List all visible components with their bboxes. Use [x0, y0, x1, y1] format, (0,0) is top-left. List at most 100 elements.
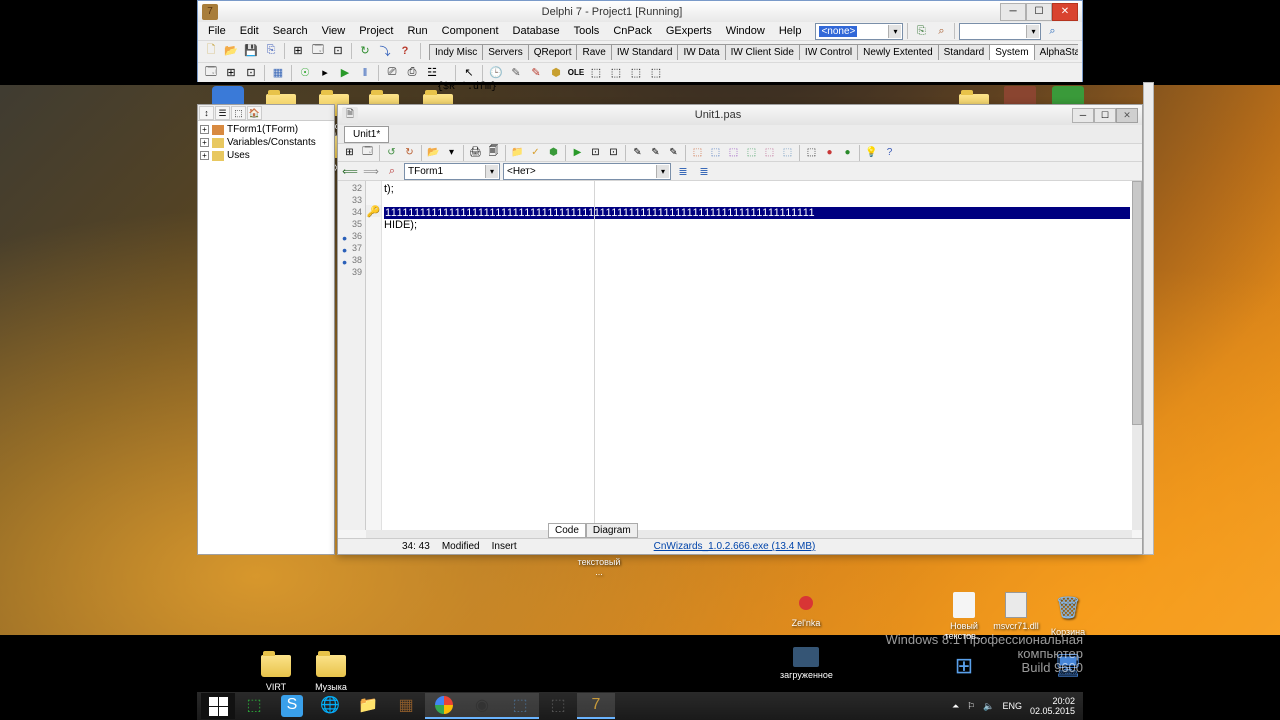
menu-file[interactable]: File [202, 24, 232, 38]
toolbar-icon[interactable]: ⊡ [605, 145, 622, 161]
search-combo[interactable] [959, 23, 1041, 40]
palette-tab[interactable]: QReport [528, 44, 578, 60]
code-editor[interactable]: 3233343536373839 🔑 t); 11111111111111111… [338, 181, 1132, 530]
toolbar-icon[interactable]: ↺ [383, 145, 400, 161]
toolbar-icon[interactable]: ✎ [647, 145, 664, 161]
toolbar-icon[interactable]: ✓ [527, 145, 544, 161]
palette-tab[interactable]: Rave [576, 44, 611, 60]
taskbar-app[interactable]: ⬚ [501, 693, 539, 719]
minimize-button[interactable]: ─ [1072, 108, 1094, 123]
toolbar-icon[interactable]: ● [839, 145, 856, 161]
component-icon[interactable]: 🕒 [487, 64, 505, 82]
menu-search[interactable]: Search [267, 24, 314, 38]
component-icon[interactable]: ⬢ [547, 64, 565, 82]
desktop-icon[interactable]: 🗑Корзина [1042, 592, 1094, 637]
toolbar-icon[interactable]: 🗐 [485, 145, 502, 161]
menu-run[interactable]: Run [401, 24, 433, 38]
taskbar-app[interactable]: S [281, 695, 303, 717]
tray-language[interactable]: ENG [1002, 701, 1022, 711]
toolbar-icon[interactable]: 💡 [863, 145, 880, 161]
toolbar-icon[interactable]: ⌕ [932, 22, 950, 40]
tree-btn[interactable]: ⬚ [231, 106, 246, 120]
desktop-icon[interactable]: Музыка [305, 647, 357, 692]
component-icon[interactable]: ⬚ [587, 64, 605, 82]
palette-tab[interactable]: Servers [482, 44, 528, 60]
desktop-icon[interactable]: VIRT [250, 647, 302, 692]
component-icon[interactable]: ✎ [527, 64, 545, 82]
menu-view[interactable]: View [316, 24, 352, 38]
nav-back-icon[interactable]: ⟸ [341, 162, 359, 180]
tree-node[interactable]: +Variables/Constants [200, 136, 332, 149]
toolbar-icon[interactable]: ☉ [296, 64, 314, 82]
file-tab[interactable]: Unit1* [344, 126, 389, 143]
component-icon[interactable]: ⬚ [647, 64, 665, 82]
toolbar-icon[interactable]: ⬚ [761, 145, 778, 161]
toolbar-icon[interactable]: ⬚ [803, 145, 820, 161]
taskbar-app[interactable]: ◉ [463, 693, 501, 719]
toolbar-icon[interactable]: ⌕ [1043, 22, 1061, 40]
toolbar-icon[interactable]: ⎚ [383, 64, 401, 82]
system-tray[interactable]: ⏶ ⚐ 🔈 ENG 20:02 02.05.2015 [952, 696, 1079, 716]
desktop-icon[interactable]: текстовый ... [573, 557, 625, 577]
structure-tree[interactable]: +TForm1(TForm) +Variables/Constants +Use… [198, 121, 334, 164]
component-icon[interactable]: ✎ [507, 64, 525, 82]
toolbar-icon[interactable]: ⊡ [587, 145, 604, 161]
bookmark-gutter[interactable]: 🔑 [366, 181, 382, 530]
scope-combo[interactable]: <none> [815, 23, 903, 40]
ide-titlebar[interactable]: 7 Delphi 7 - Project1 [Running] ─ ☐ ✕ [198, 1, 1082, 22]
toolbar-icon[interactable]: ▸ [316, 64, 334, 82]
toolbar-icon[interactable]: ⬢ [545, 145, 562, 161]
maximize-button[interactable]: ☐ [1026, 3, 1052, 21]
menu-database[interactable]: Database [507, 24, 566, 38]
tab-code[interactable]: Code [548, 523, 586, 538]
palette-tab[interactable]: IW Standard [611, 44, 679, 60]
menu-gexperts[interactable]: GExperts [660, 24, 718, 38]
tree-node[interactable]: +TForm1(TForm) [200, 123, 332, 136]
line-gutter[interactable]: 3233343536373839 [338, 181, 366, 530]
run-icon[interactable]: ▶ [569, 145, 586, 161]
menu-cnpack[interactable]: CnPack [607, 24, 658, 38]
minimize-button[interactable]: ─ [1000, 3, 1026, 21]
open-icon[interactable]: 📂 [222, 42, 240, 60]
nav-fwd-icon[interactable]: ⟹ [362, 162, 380, 180]
palette-tab[interactable]: IW Data [677, 44, 725, 60]
horizontal-scrollbar[interactable] [366, 530, 1132, 538]
tree-btn[interactable]: 🏠 [247, 106, 262, 120]
toolbar-icon[interactable]: ⎙ [403, 64, 421, 82]
status-link[interactable]: CnWizards_1.0.2.666.exe (13.4 MB) [654, 541, 816, 552]
tree-btn[interactable]: ☰ [215, 106, 230, 120]
toolbar-icon[interactable]: ⬚ [689, 145, 706, 161]
toolbar-icon[interactable]: ⬚ [725, 145, 742, 161]
toolbar-icon[interactable]: ▦ [269, 64, 287, 82]
close-button[interactable]: ✕ [1052, 3, 1078, 21]
toolbar-icon[interactable]: ⊞ [289, 42, 307, 60]
start-button[interactable] [201, 693, 235, 719]
taskbar-app[interactable] [425, 693, 463, 719]
toolbar-icon[interactable]: ≣ [674, 162, 692, 180]
palette-tab[interactable]: Indy Misc [429, 44, 483, 60]
toolbar-icon[interactable]: ⊞ [222, 64, 240, 82]
taskbar-app[interactable]: 📁 [349, 693, 387, 719]
toolbar-icon[interactable]: ☳ [423, 64, 441, 82]
pointer-icon[interactable]: ↖ [460, 64, 478, 82]
palette-tab[interactable]: IW Control [799, 44, 858, 60]
taskbar-app[interactable]: 🌐 [311, 693, 349, 719]
toolbar-icon[interactable]: ⎘ [912, 22, 930, 40]
desktop-icon[interactable]: msvcr71.dll [990, 592, 1042, 631]
toolbar-icon[interactable]: ⊡ [329, 42, 347, 60]
toolbar-icon[interactable]: ⤵ [376, 42, 394, 60]
saveall-icon[interactable]: ⎘ [262, 42, 280, 60]
tray-volume-icon[interactable]: 🔈 [983, 701, 994, 712]
right-scroll-stub[interactable] [1143, 82, 1154, 555]
toolbar-icon[interactable]: ⬚ [779, 145, 796, 161]
help-icon[interactable]: ? [881, 145, 898, 161]
toolbar-icon[interactable]: 🖨 [467, 145, 484, 161]
tray-flag-icon[interactable]: ⚐ [967, 701, 975, 712]
tree-node[interactable]: +Uses [200, 149, 332, 162]
menu-edit[interactable]: Edit [234, 24, 265, 38]
toolbar-icon[interactable]: 🗔 [309, 42, 327, 60]
toolbar-icon[interactable]: 🗔 [202, 64, 220, 82]
tab-diagram[interactable]: Diagram [586, 523, 638, 538]
toolbar-icon[interactable]: ⬚ [707, 145, 724, 161]
toolbar-icon[interactable]: ▾ [443, 145, 460, 161]
